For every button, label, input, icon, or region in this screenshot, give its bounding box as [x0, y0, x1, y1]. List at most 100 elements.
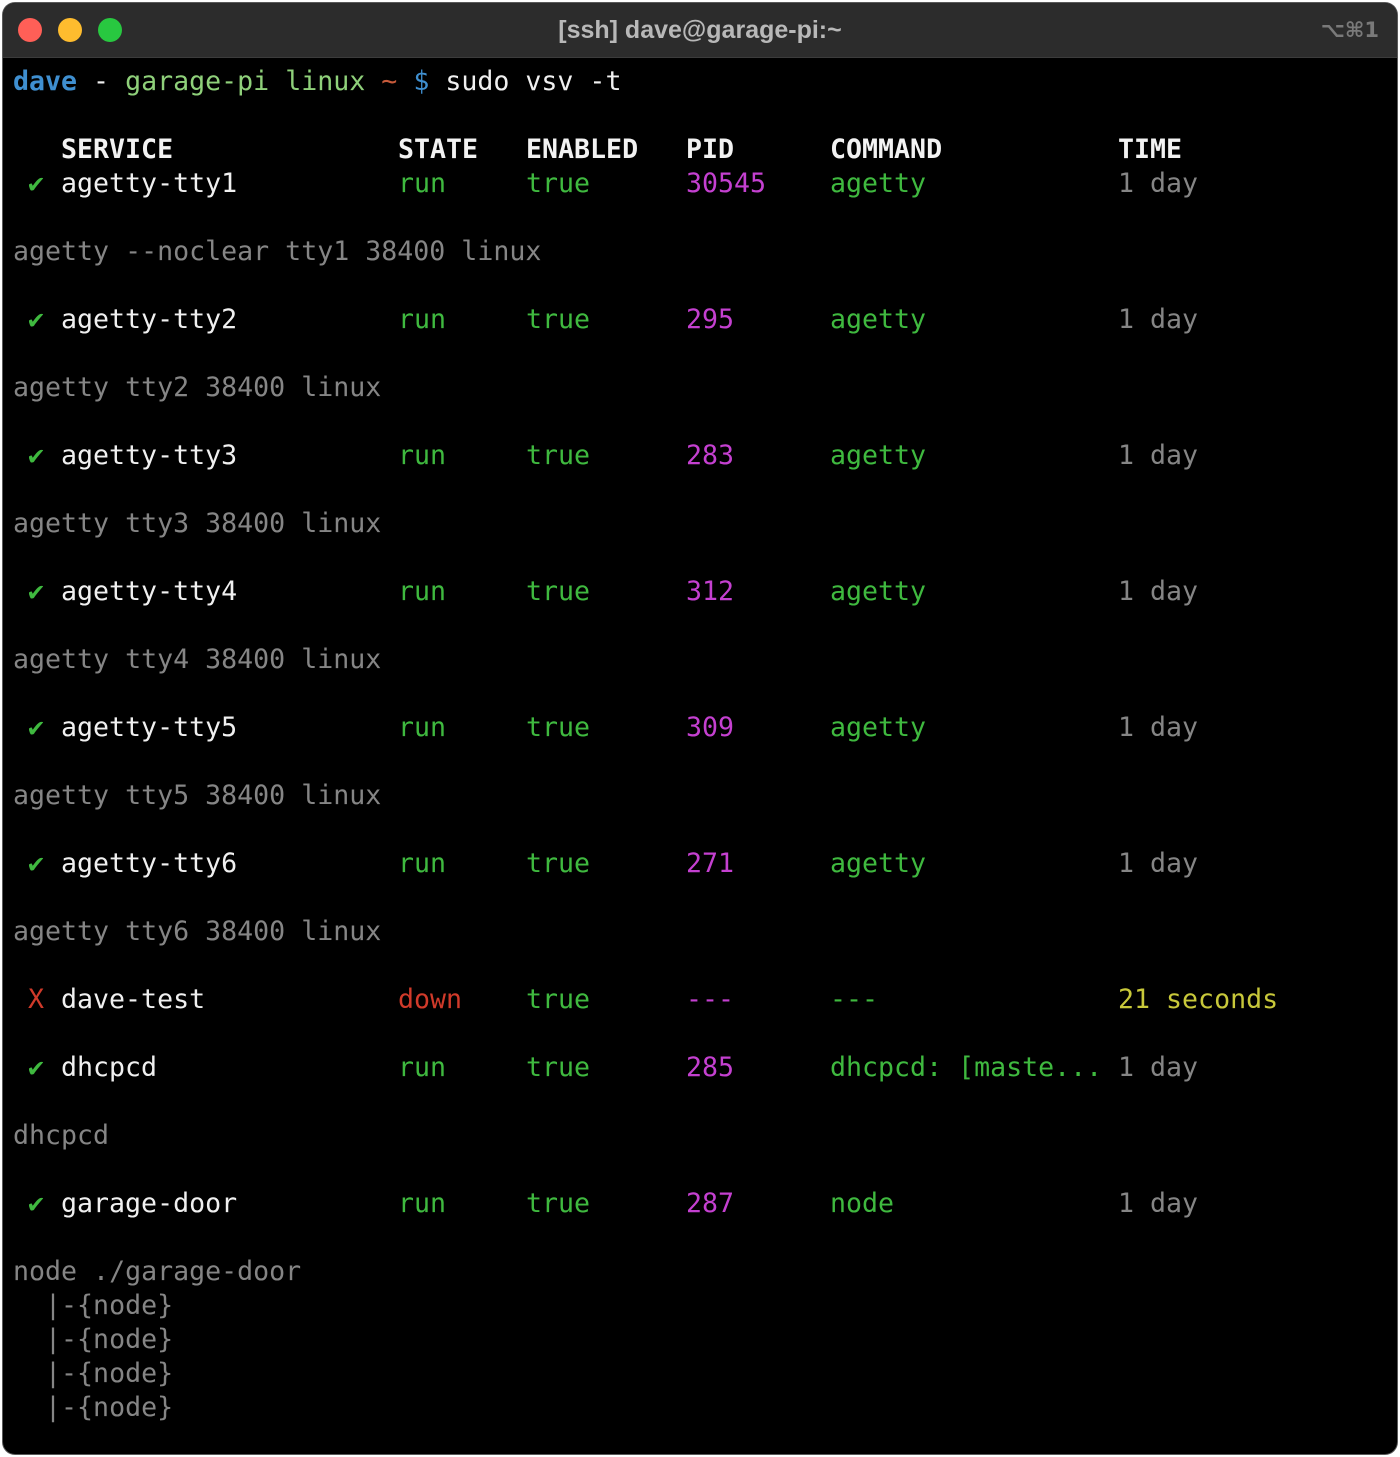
- service-row: ✔ agetty-tty3 run true 283 agetty 1 day: [13, 439, 1393, 473]
- service-command: agetty: [830, 576, 927, 607]
- service-name: garage-door: [61, 1188, 238, 1219]
- process-tree-line: |-{node}: [13, 1324, 174, 1355]
- service-command: ---: [830, 984, 879, 1015]
- prompt-line: dave - garage-pi linux ~ $ sudo vsv -t: [13, 65, 1393, 99]
- service-command: agetty: [830, 712, 927, 743]
- status-mark-icon: ✔: [28, 440, 45, 471]
- service-row: Xdave-test down true --- --- 21 seconds: [13, 983, 1393, 1017]
- service-time: 1 day: [1118, 712, 1199, 743]
- service-enabled: true: [526, 168, 591, 199]
- process-tree-line: agetty tty5 38400 linux: [13, 780, 382, 811]
- service-time: 1 day: [1118, 1052, 1199, 1083]
- header-time: TIME: [1118, 134, 1183, 165]
- service-pid: 283: [686, 440, 735, 471]
- service-pid: 287: [686, 1188, 735, 1219]
- service-row: ✔ agetty-tty6 run true 271 agetty 1 day: [13, 847, 1393, 881]
- service-pid: 312: [686, 576, 735, 607]
- process-tree-line: |-{node}: [13, 1392, 174, 1423]
- service-pid: 285: [686, 1052, 735, 1083]
- service-enabled: true: [526, 984, 591, 1015]
- service-enabled: true: [526, 440, 591, 471]
- service-state: run: [398, 848, 447, 879]
- process-tree-line: |-{node}: [13, 1358, 174, 1389]
- service-state: run: [398, 576, 447, 607]
- service-command: agetty: [830, 848, 927, 879]
- process-tree-line: agetty tty4 38400 linux: [13, 644, 382, 675]
- service-row: ✔ agetty-tty5 run true 309 agetty 1 day: [13, 711, 1393, 745]
- service-pid: 295: [686, 304, 735, 335]
- header-service: SERVICE: [61, 134, 174, 165]
- process-tree-line: agetty tty2 38400 linux: [13, 372, 382, 403]
- service-command: node: [830, 1188, 895, 1219]
- status-mark-icon: X: [28, 984, 45, 1015]
- service-name: agetty-tty3: [61, 440, 238, 471]
- service-state: run: [398, 168, 447, 199]
- title-bar: [ssh] dave@garage-pi:~ ⌥⌘1: [3, 3, 1397, 58]
- service-name: agetty-tty4: [61, 576, 238, 607]
- service-time: 1 day: [1118, 304, 1199, 335]
- service-row: ✔ agetty-tty2 run true 295 agetty 1 day: [13, 303, 1393, 337]
- service-command: dhcpcd: [maste...: [830, 1052, 1103, 1083]
- service-name: agetty-tty5: [61, 712, 238, 743]
- service-name: agetty-tty1: [61, 168, 238, 199]
- process-tree-line: agetty tty6 38400 linux: [13, 916, 382, 947]
- service-pid: 30545: [686, 168, 767, 199]
- status-mark-icon: ✔: [28, 712, 45, 743]
- process-tree-line: dhcpcd: [13, 1120, 110, 1151]
- service-state: run: [398, 440, 447, 471]
- status-mark-icon: ✔: [28, 576, 45, 607]
- service-time: 1 day: [1118, 168, 1199, 199]
- service-row: ✔ garage-door run true 287 node 1 day: [13, 1187, 1393, 1221]
- header-command: COMMAND: [830, 134, 943, 165]
- service-name: agetty-tty6: [61, 848, 238, 879]
- service-enabled: true: [526, 1188, 591, 1219]
- service-command: agetty: [830, 168, 927, 199]
- header-pid: PID: [686, 134, 735, 165]
- service-time: 1 day: [1118, 848, 1199, 879]
- status-mark-icon: ✔: [28, 848, 45, 879]
- window-title: [ssh] dave@garage-pi:~: [558, 16, 842, 44]
- service-name: dhcpcd: [61, 1052, 158, 1083]
- service-state: run: [398, 712, 447, 743]
- process-tree-line: node ./garage-door: [13, 1256, 302, 1287]
- service-state: run: [398, 1052, 447, 1083]
- prompt-cwd: ~: [365, 66, 414, 97]
- service-name: agetty-tty2: [61, 304, 238, 335]
- service-pid: 271: [686, 848, 735, 879]
- service-row: ✔ agetty-tty4 run true 312 agetty 1 day: [13, 575, 1393, 609]
- terminal-output[interactable]: dave - garage-pi linux ~ $ sudo vsv -t S…: [13, 65, 1393, 1425]
- service-enabled: true: [526, 848, 591, 879]
- header-enabled: ENABLED: [526, 134, 639, 165]
- service-pid: 309: [686, 712, 735, 743]
- service-command: agetty: [830, 304, 927, 335]
- status-mark-icon: ✔: [28, 1188, 45, 1219]
- process-tree-line: agetty --noclear tty1 38400 linux: [13, 236, 542, 267]
- service-enabled: true: [526, 1052, 591, 1083]
- service-time: 21 seconds: [1118, 984, 1279, 1015]
- prompt-separator: -: [77, 66, 126, 97]
- window-shortcut: ⌥⌘1: [1320, 18, 1379, 42]
- service-row: ✔ dhcpcd run true 285 dhcpcd: [maste... 1 day: [13, 1051, 1393, 1085]
- header-state: STATE: [398, 134, 479, 165]
- service-state: run: [398, 1188, 447, 1219]
- process-tree-line: |-{node}: [13, 1290, 174, 1321]
- process-tree-line: agetty tty3 38400 linux: [13, 508, 382, 539]
- status-mark-icon: ✔: [28, 1052, 45, 1083]
- service-enabled: true: [526, 304, 591, 335]
- prompt-user: dave: [13, 66, 78, 97]
- service-enabled: true: [526, 712, 591, 743]
- prompt-dollar: $: [413, 66, 430, 97]
